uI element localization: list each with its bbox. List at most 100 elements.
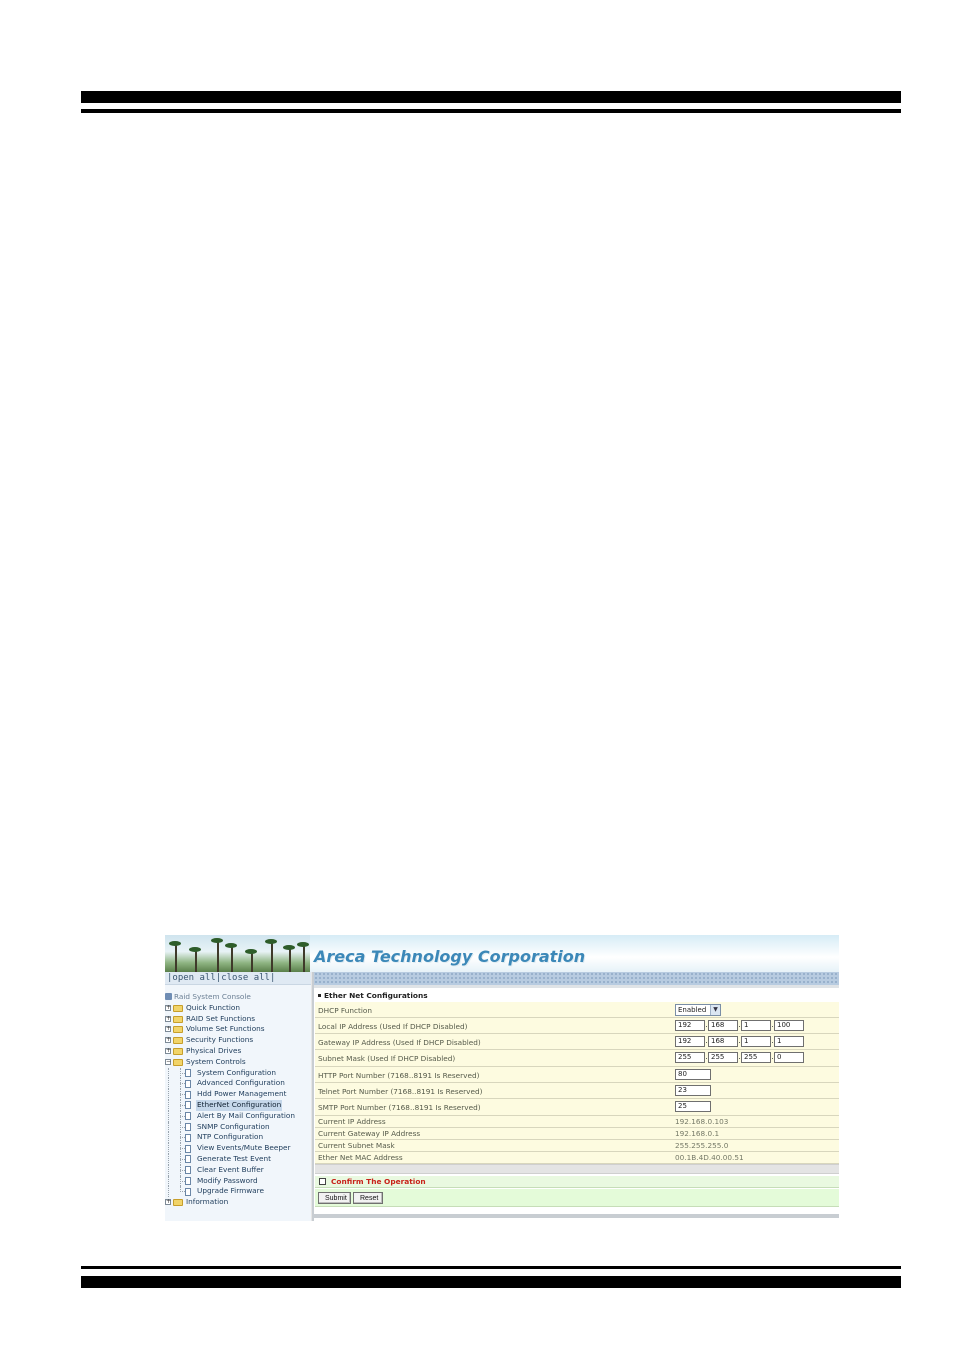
banner-palm-trees-image <box>165 935 310 972</box>
tree-item-generate-test-event[interactable]: Generate Test Event <box>165 1153 311 1165</box>
open-all-link[interactable]: |open all| <box>167 973 221 983</box>
page-icon <box>185 1112 191 1121</box>
tree-folder-volume-set-functions[interactable]: + Volume Set Functions <box>165 1024 311 1035</box>
folder-icon <box>173 1199 183 1207</box>
tree-root-label: Raid System Console <box>174 992 251 1001</box>
subnet-octet-3[interactable]: 255 <box>741 1052 771 1063</box>
tree-item-label: SNMP Configuration <box>197 1121 270 1131</box>
page-icon <box>185 1079 191 1088</box>
gateway-ip-octet-2[interactable]: 168 <box>708 1036 738 1047</box>
tree-item-system-configuration[interactable]: System Configuration <box>165 1067 311 1079</box>
local-ip-octet-3[interactable]: 1 <box>741 1020 771 1031</box>
ethernet-config-table: DHCP Function Enabled ▼ Local IP Address … <box>315 1002 839 1164</box>
subnet-octet-4[interactable]: 0 <box>774 1052 804 1063</box>
tree-item-ntp-configuration[interactable]: NTP Configuration <box>165 1132 311 1144</box>
tree-folder-label: Volume Set Functions <box>186 1024 265 1034</box>
tree-item-upgrade-firmware[interactable]: Upgrade Firmware <box>165 1186 311 1198</box>
table-row-mac-address: Ether Net MAC Address 00.1B.4D.40.00.51 <box>315 1152 839 1164</box>
tree-item-alert-by-mail[interactable]: Alert By Mail Configuration <box>165 1110 311 1122</box>
tree-folder-raid-set-functions[interactable]: + RAID Set Functions <box>165 1014 311 1025</box>
tree-root[interactable]: Raid System Console <box>165 992 311 1003</box>
mac-address-value: 00.1B.4D.40.00.51 <box>675 1153 744 1162</box>
gateway-ip-label: Gateway IP Address (Used If DHCP Disable… <box>318 1038 481 1047</box>
table-row-telnet-port: Telnet Port Number (7168..8191 Is Reserv… <box>315 1083 839 1099</box>
local-ip-octet-1[interactable]: 192 <box>675 1020 705 1031</box>
button-row: Submit Reset <box>315 1189 839 1207</box>
gateway-ip-octet-4[interactable]: 1 <box>774 1036 804 1047</box>
local-ip-octet-2[interactable]: 168 <box>708 1020 738 1031</box>
tree-item-label: Generate Test Event <box>197 1153 271 1163</box>
subnet-mask-label: Subnet Mask (Used If DHCP Disabled) <box>318 1054 456 1063</box>
table-row-dhcp: DHCP Function Enabled ▼ <box>315 1002 839 1018</box>
tree-folder-label: Physical Drives <box>186 1045 242 1055</box>
gateway-ip-octet-3[interactable]: 1 <box>741 1036 771 1047</box>
submit-button[interactable]: Submit <box>318 1192 351 1204</box>
subnet-octet-1[interactable]: 255 <box>675 1052 705 1063</box>
folder-icon <box>173 1037 183 1045</box>
smtp-port-input[interactable]: 25 <box>675 1101 711 1112</box>
plus-icon[interactable]: + <box>165 1015 171 1022</box>
table-row-subnet-mask: Subnet Mask (Used If DHCP Disabled) 255.… <box>315 1050 839 1067</box>
bottom-strip <box>314 1214 839 1218</box>
gateway-ip-octet-1[interactable]: 192 <box>675 1036 705 1047</box>
tree-item-modify-password[interactable]: Modify Password <box>165 1175 311 1187</box>
tree-folder-information[interactable]: + Information <box>165 1197 311 1208</box>
bullet-icon <box>318 994 321 997</box>
page-icon <box>185 1187 191 1196</box>
tree-folder-system-controls[interactable]: − System Controls <box>165 1057 311 1068</box>
confirm-row: Confirm The Operation <box>315 1176 839 1188</box>
folder-icon <box>173 1015 183 1023</box>
open-folder-icon <box>173 1058 183 1066</box>
current-ip-value: 192.168.0.103 <box>675 1117 729 1126</box>
page-icon <box>185 1090 191 1099</box>
tree-item-label: Hdd Power Management <box>197 1089 287 1099</box>
current-gateway-label: Current Gateway IP Address <box>318 1129 421 1138</box>
close-all-link[interactable]: close all| <box>221 973 275 983</box>
banner-pattern-strip <box>314 972 839 985</box>
plus-icon[interactable]: + <box>165 1037 171 1044</box>
tree-folder-security-functions[interactable]: + Security Functions <box>165 1035 311 1046</box>
footer-rule-thick <box>81 1276 901 1288</box>
separator-bar <box>315 1164 839 1174</box>
tree-item-label: NTP Configuration <box>197 1132 264 1142</box>
table-row-local-ip: Local IP Address (Used If DHCP Disabled)… <box>315 1018 839 1034</box>
tree-item-advanced-configuration[interactable]: Advanced Configuration <box>165 1078 311 1090</box>
tree-item-ethernet-configuration[interactable]: EtherNet Configuration <box>165 1099 311 1111</box>
table-row-current-gateway: Current Gateway IP Address 192.168.0.1 <box>315 1128 839 1140</box>
minus-icon[interactable]: − <box>165 1058 171 1065</box>
current-subnet-label: Current Subnet Mask <box>318 1141 395 1150</box>
page-icon <box>185 1069 191 1078</box>
plus-icon[interactable]: + <box>165 1199 171 1206</box>
subnet-octet-2[interactable]: 255 <box>708 1052 738 1063</box>
tree-folder-quick-function[interactable]: + Quick Function <box>165 1003 311 1014</box>
http-port-input[interactable]: 80 <box>675 1069 711 1080</box>
raid-console-screenshot: Areca Technology Corporation |open all|c… <box>165 935 839 1221</box>
section-title: Ether Net Configurations <box>318 991 428 1000</box>
tree-item-view-events[interactable]: View Events/Mute Beeper <box>165 1143 311 1154</box>
plus-icon[interactable]: + <box>165 1047 171 1054</box>
dhcp-select[interactable]: Enabled ▼ <box>675 1004 721 1016</box>
plus-icon[interactable]: + <box>165 1026 171 1033</box>
tree-folder-physical-drives[interactable]: + Physical Drives <box>165 1046 311 1057</box>
page-icon <box>185 1166 191 1175</box>
tree-item-hdd-power-management[interactable]: Hdd Power Management <box>165 1089 311 1100</box>
page-icon <box>185 1144 191 1153</box>
open-close-bar: |open all|close all| <box>165 972 311 985</box>
page-icon <box>185 1133 191 1142</box>
footer-rule-thin <box>81 1266 901 1269</box>
tree-item-snmp-configuration[interactable]: SNMP Configuration <box>165 1121 311 1133</box>
confirm-checkbox[interactable] <box>319 1178 326 1185</box>
tree-item-label: Modify Password <box>197 1175 258 1185</box>
local-ip-octet-4[interactable]: 100 <box>774 1020 804 1031</box>
plus-icon[interactable]: + <box>165 1004 171 1011</box>
telnet-port-input[interactable]: 23 <box>675 1085 711 1096</box>
tree-item-label: Advanced Configuration <box>197 1078 285 1088</box>
banner: Areca Technology Corporation <box>310 935 839 972</box>
chevron-down-icon[interactable]: ▼ <box>710 1005 720 1015</box>
smtp-port-label: SMTP Port Number (7168..8191 Is Reserved… <box>318 1103 481 1112</box>
tree-folder-label: Information <box>186 1197 229 1207</box>
console-icon <box>165 993 172 1000</box>
tree-item-clear-event-buffer[interactable]: Clear Event Buffer <box>165 1164 311 1176</box>
table-row-gateway-ip: Gateway IP Address (Used If DHCP Disable… <box>315 1034 839 1050</box>
reset-button[interactable]: Reset <box>353 1192 383 1204</box>
